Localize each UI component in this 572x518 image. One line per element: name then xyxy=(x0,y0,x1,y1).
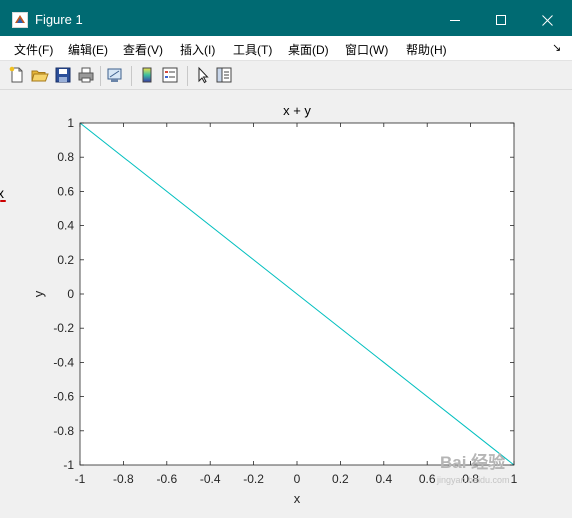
x-tick-label: 0 xyxy=(294,472,301,486)
menu-insert[interactable]: 插入(I) xyxy=(180,41,215,58)
close-icon xyxy=(541,14,553,26)
x-tick-label: -1 xyxy=(75,472,86,486)
minimize-button[interactable] xyxy=(432,0,478,40)
x-axis-label: x xyxy=(294,491,301,506)
y-tick-label: 0.2 xyxy=(57,253,74,267)
new-file-icon[interactable] xyxy=(8,66,26,84)
matlab-icon xyxy=(12,12,28,28)
y-tick-label: -0.4 xyxy=(53,355,74,369)
menu-help[interactable]: 帮助(H) xyxy=(406,41,447,58)
x-tick-label: 1 xyxy=(511,472,518,486)
menu-tools[interactable]: 工具(T) xyxy=(233,41,272,58)
minimize-icon xyxy=(449,19,460,21)
property-inspector-icon[interactable] xyxy=(215,66,233,84)
y-tick-label: 0.6 xyxy=(57,184,74,198)
menu-bar: 文件(F) 编辑(E) 查看(V) 插入(I) 工具(T) 桌面(D) 窗口(W… xyxy=(0,36,572,60)
toolbar-separator xyxy=(100,66,101,86)
menu-desktop[interactable]: 桌面(D) xyxy=(288,41,329,58)
print-icon[interactable] xyxy=(77,66,95,84)
y-tick-label: 0.8 xyxy=(57,150,74,164)
y-tick-label: -0.8 xyxy=(53,424,74,438)
x-tick-label: -0.4 xyxy=(200,472,221,486)
y-axis-label: y xyxy=(31,290,46,297)
legend-icon[interactable] xyxy=(161,66,179,84)
y-tick-label: 0.4 xyxy=(57,219,74,233)
toolbar-separator xyxy=(131,66,132,86)
watermark-text: Bai 经验 xyxy=(440,453,506,472)
title-bar[interactable]: Figure 1 xyxy=(0,0,572,40)
window-title: Figure 1 xyxy=(35,12,83,27)
colorbar-icon[interactable] xyxy=(138,66,156,84)
chart-title: x + y xyxy=(283,103,311,118)
y-tick-label: 1 xyxy=(67,116,74,130)
maximize-button[interactable] xyxy=(478,0,524,40)
background-text-fragment: x xyxy=(0,185,4,201)
figure-window: x Figure 1 文件(F) 编辑(E) 查看(V) 插入(I) 工具(T)… xyxy=(0,0,572,513)
x-tick-label: 0.4 xyxy=(375,472,392,486)
x-tick-label: -0.2 xyxy=(243,472,264,486)
figure-toolbar xyxy=(0,60,572,90)
pointer-icon[interactable] xyxy=(194,66,212,84)
save-icon[interactable] xyxy=(54,66,72,84)
link-plot-icon[interactable] xyxy=(106,66,124,84)
menu-file[interactable]: 文件(F) xyxy=(14,41,53,58)
open-folder-icon[interactable] xyxy=(31,66,49,84)
x-tick-label: -0.6 xyxy=(156,472,177,486)
y-tick-label: -1 xyxy=(63,458,74,472)
x-tick-label: 0.6 xyxy=(419,472,436,486)
menu-view[interactable]: 查看(V) xyxy=(123,41,163,58)
close-button[interactable] xyxy=(524,0,570,40)
dock-arrow-icon[interactable]: ↘ xyxy=(552,41,561,54)
menu-edit[interactable]: 编辑(E) xyxy=(68,41,108,58)
menu-window[interactable]: 窗口(W) xyxy=(345,41,388,58)
background-error-underline xyxy=(0,200,6,202)
toolbar-separator xyxy=(187,66,188,86)
maximize-icon xyxy=(495,14,506,25)
x-tick-label: 0.2 xyxy=(332,472,349,486)
watermark-url: jingyan.baidu.com xyxy=(437,475,510,485)
y-tick-label: -0.2 xyxy=(53,321,74,335)
y-tick-label: -0.6 xyxy=(53,390,74,404)
background-window-edge: x xyxy=(0,40,8,513)
x-tick-label: -0.8 xyxy=(113,472,134,486)
y-tick-label: 0 xyxy=(67,287,74,301)
